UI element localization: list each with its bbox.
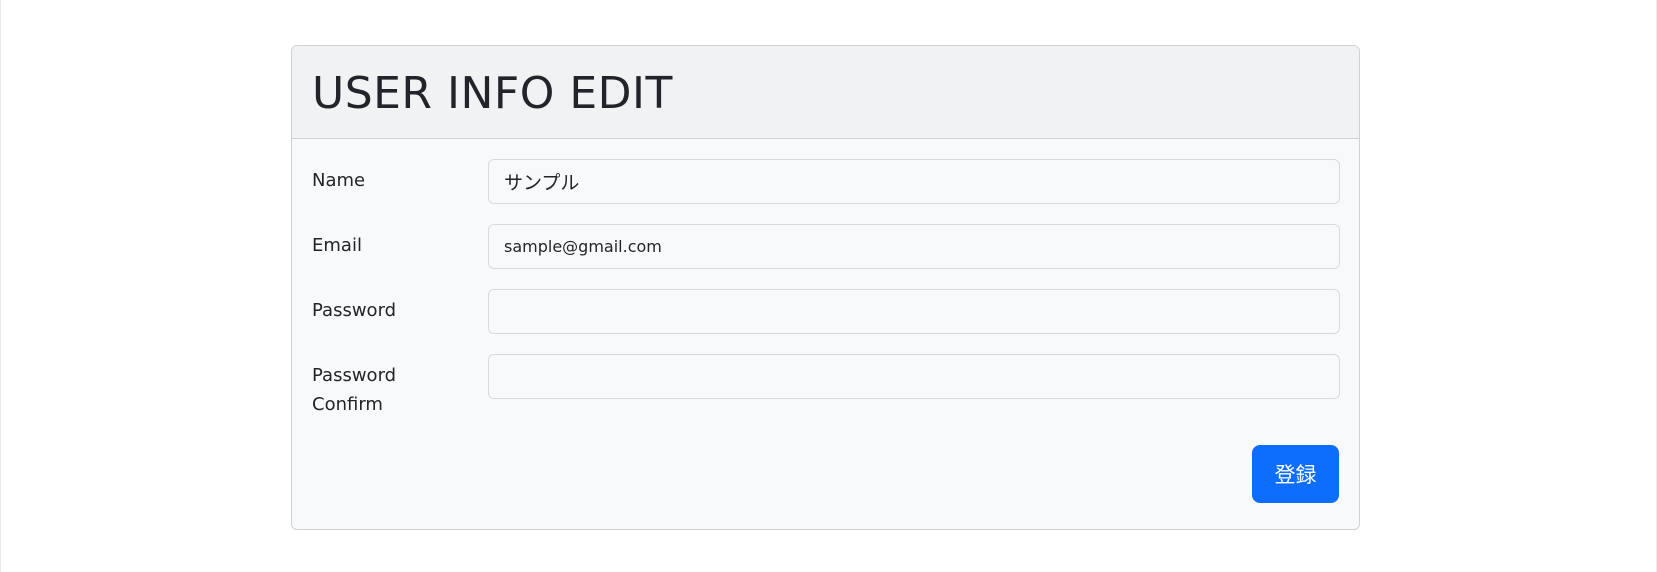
name-label: Name: [312, 170, 366, 191]
password-confirm-field[interactable]: [488, 354, 1340, 399]
email-row: Email: [312, 224, 1340, 269]
user-info-form: Name Email Password Password Confirm 登録: [292, 139, 1359, 503]
user-info-edit-card: USER INFO EDIT Name Email Password Passw…: [291, 45, 1360, 530]
page-title: USER INFO EDIT: [312, 68, 673, 119]
password-confirm-label-line1: Password: [312, 365, 397, 386]
password-label: Password: [312, 300, 397, 321]
name-row: Name: [312, 159, 1340, 204]
password-confirm-label-line2: Confirm: [312, 394, 383, 415]
register-button[interactable]: 登録: [1252, 445, 1339, 503]
email-field[interactable]: [488, 224, 1340, 269]
email-label: Email: [312, 235, 362, 256]
password-confirm-label: Password Confirm: [312, 354, 488, 419]
name-field[interactable]: [488, 159, 1340, 204]
password-row: Password: [312, 289, 1340, 334]
card-header: USER INFO EDIT: [292, 46, 1359, 139]
password-confirm-row: Password Confirm: [312, 354, 1340, 419]
password-field[interactable]: [488, 289, 1340, 334]
